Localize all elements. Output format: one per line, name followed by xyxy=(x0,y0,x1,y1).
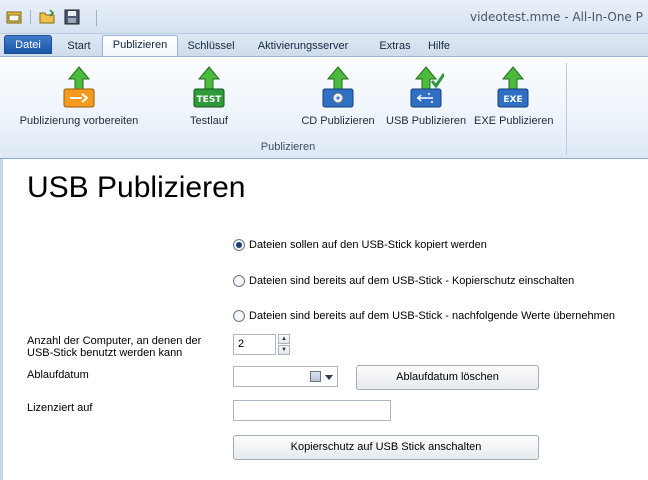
ribbon: Publizierung vorbereiten TEST Testlauf C… xyxy=(0,56,648,159)
clear-expiry-button[interactable]: Ablaufdatum löschen xyxy=(356,365,539,390)
option-copy-files[interactable]: Dateien sollen auf den USB-Stick kopiert… xyxy=(233,238,487,252)
usb-publish-icon xyxy=(410,66,444,108)
option-copy-files-label: Dateien sollen auf den USB-Stick kopiert… xyxy=(249,239,487,251)
stepper-up-icon[interactable]: ▲ xyxy=(278,334,290,344)
tab-datei[interactable]: Datei xyxy=(4,35,52,54)
save-icon[interactable] xyxy=(64,9,80,25)
licensed-label: Lizenziert auf xyxy=(27,402,93,414)
option-apply-values-label: Dateien sind bereits auf dem USB-Stick -… xyxy=(249,310,616,322)
cd-publish-icon xyxy=(322,66,354,108)
ribbon-tabs: Datei Start Publizieren Schlüssel Aktivi… xyxy=(0,34,648,56)
tab-aktivierungsserver[interactable]: Aktivierungsserver xyxy=(251,37,355,56)
chevron-down-icon[interactable] xyxy=(325,375,333,380)
exe-badge: EXE xyxy=(503,95,522,105)
stepper-down-icon[interactable]: ▼ xyxy=(278,345,290,355)
option-enable-protection[interactable]: Dateien sind bereits auf dem USB-Stick -… xyxy=(233,274,574,288)
calendar-icon[interactable] xyxy=(310,371,321,382)
ribbon-group-label: Publizieren xyxy=(260,141,316,153)
cd-publish-label: CD Publizieren xyxy=(301,115,375,127)
option-enable-protection-label: Dateien sind bereits auf dem USB-Stick -… xyxy=(249,275,575,287)
exe-publish-button[interactable]: EXE EXE Publizieren xyxy=(474,65,554,127)
prepare-publish-label: Publizierung vorbereiten xyxy=(19,115,139,127)
cd-publish-button[interactable]: CD Publizieren xyxy=(300,65,376,127)
tab-schluessel[interactable]: Schlüssel xyxy=(184,37,238,56)
prepare-publish-button[interactable]: Publizierung vorbereiten xyxy=(18,65,140,127)
test-badge: TEST xyxy=(197,95,223,105)
licensed-input[interactable] xyxy=(233,400,391,421)
test-run-label: Testlauf xyxy=(190,115,228,127)
ribbon-separator xyxy=(566,63,567,155)
expiry-label: Ablaufdatum xyxy=(27,369,89,381)
tab-extras[interactable]: Extras xyxy=(376,37,414,56)
prepare-publish-icon xyxy=(63,66,95,108)
radio-button-checked[interactable] xyxy=(233,239,245,251)
exe-publish-label: EXE Publizieren xyxy=(474,115,554,127)
qat-separator xyxy=(30,10,31,24)
page-title: USB Publizieren xyxy=(27,171,246,204)
computers-stepper[interactable]: 2 ▲ ▼ xyxy=(233,334,290,355)
radio-button[interactable] xyxy=(233,310,245,322)
tab-hilfe[interactable]: Hilfe xyxy=(424,37,454,56)
test-run-button[interactable]: TEST Testlauf xyxy=(182,65,236,127)
window-title: videotest.mme - All-In-One P xyxy=(470,10,643,24)
qat-separator xyxy=(96,10,97,26)
title-bar: videotest.mme - All-In-One P xyxy=(0,0,648,34)
tab-start[interactable]: Start xyxy=(62,37,96,56)
computers-input[interactable]: 2 xyxy=(233,334,276,355)
expiry-date-picker[interactable] xyxy=(233,366,338,387)
usb-publish-button[interactable]: USB Publizieren xyxy=(386,65,466,127)
tab-publizieren[interactable]: Publizieren xyxy=(102,35,178,56)
open-folder-icon[interactable] xyxy=(39,9,55,25)
usb-publish-label: USB Publizieren xyxy=(386,115,467,127)
test-icon: TEST xyxy=(193,66,225,108)
radio-button[interactable] xyxy=(233,275,245,287)
app-menu-icon[interactable] xyxy=(6,9,22,25)
computers-label: Anzahl der Computer, an denen der USB-St… xyxy=(27,335,202,359)
exe-publish-icon: EXE xyxy=(497,66,529,108)
option-apply-values[interactable]: Dateien sind bereits auf dem USB-Stick -… xyxy=(233,309,615,323)
activate-protection-button[interactable]: Kopierschutz auf USB Stick anschalten xyxy=(233,435,539,460)
